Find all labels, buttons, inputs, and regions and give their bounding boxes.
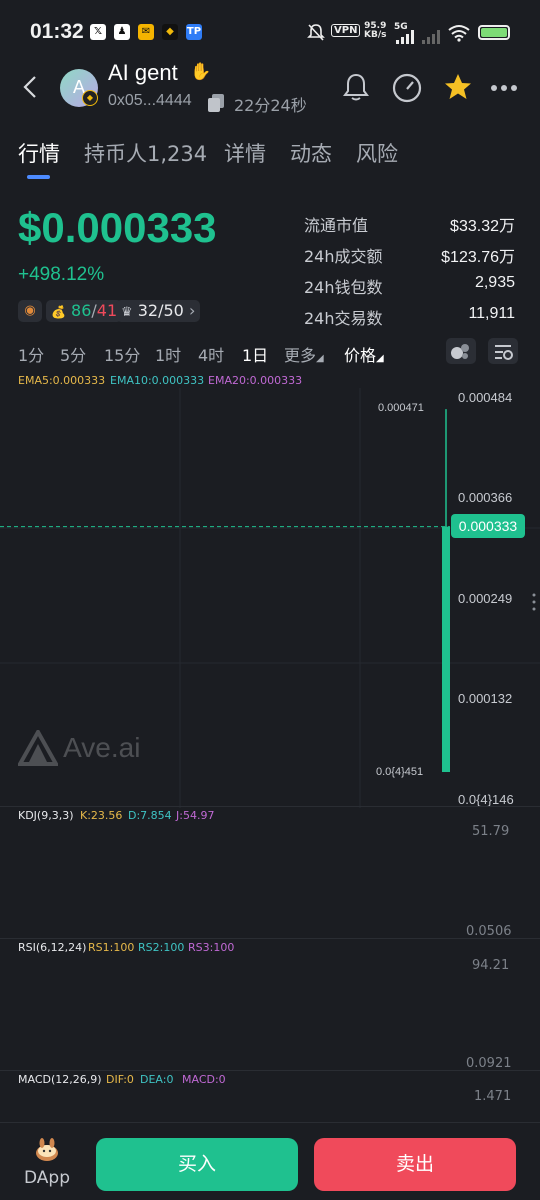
coins-icon: ◉ — [18, 300, 42, 322]
tab-risk[interactable]: 风险 — [356, 138, 398, 168]
active-tab-indicator — [27, 175, 50, 179]
price-mode-select[interactable]: 价格◢ — [344, 342, 384, 366]
macd-value: MACD:0 — [182, 1073, 226, 1086]
ave-watermark: Ave.ai — [16, 727, 140, 766]
battery-icon — [478, 25, 510, 40]
stat-label-mcap: 流通市值 — [304, 216, 369, 235]
y-label-0: 0.000484 — [458, 390, 513, 405]
stat-label-wallets: 24h钱包数 — [304, 278, 383, 297]
rsi-rs1: RS1:100 — [88, 941, 135, 954]
kdj-d: D:7.854 — [128, 809, 172, 822]
x-app-icon: 𝕏 — [90, 24, 106, 40]
rsi-top-value: 94.21 — [472, 958, 510, 973]
macd-dif: DIF:0 — [106, 1073, 134, 1086]
wave-icon: ✋ — [190, 62, 212, 82]
token-name: AI gent — [108, 60, 178, 85]
bubbles-icon[interactable] — [446, 338, 476, 364]
kdj-k: K:23.56 — [80, 809, 123, 822]
mute-icon — [307, 24, 325, 41]
macd-dea: DEA:0 — [140, 1073, 174, 1086]
timeframe-more[interactable]: 更多◢ — [284, 342, 324, 366]
tp-app-icon: TP — [186, 24, 202, 40]
status-time: 01:32 — [30, 20, 84, 43]
ema10-label: EMA10:0.000333 — [110, 374, 205, 387]
chart-settings-icon[interactable] — [488, 338, 518, 364]
y-label-1: 0.000366 — [458, 490, 513, 505]
tab-activity[interactable]: 动态 — [290, 138, 332, 168]
timeframe-1m[interactable]: 1分 — [18, 342, 44, 366]
kdj-top-value: 51.79 — [472, 824, 510, 839]
scroll-handle-icon[interactable] — [530, 592, 538, 612]
kdj-bottom-value: 0.0506 — [466, 924, 512, 939]
copy-icon[interactable] — [206, 93, 226, 113]
kdj-j: J:54.97 — [176, 809, 215, 822]
tab-details[interactable]: 详情 — [224, 138, 266, 168]
low-price-label: 0.0{4}451 — [376, 766, 424, 778]
net-speed: 95.9 KB/s — [364, 21, 387, 40]
kdj-title: KDJ(9,3,3) — [18, 809, 74, 822]
buy-button[interactable]: 买入 — [96, 1138, 298, 1191]
dapp-pancake-icon[interactable] — [34, 1138, 60, 1162]
bell-icon[interactable] — [342, 72, 370, 102]
y-label-2: 0.000249 — [458, 591, 513, 606]
sell-button[interactable]: 卖出 — [314, 1138, 516, 1191]
high-price-label: 0.000471 — [378, 402, 424, 414]
y-label-4: 0.0{4}146 — [458, 792, 514, 807]
timeframe-1h[interactable]: 1时 — [155, 342, 181, 366]
stat-value-mcap: $33.32万 — [450, 218, 515, 235]
binance-app-icon: ◆ — [162, 24, 178, 40]
gauge-icon[interactable] — [391, 73, 423, 103]
macd-top-value: 1.471 — [474, 1089, 512, 1104]
wifi-icon — [448, 25, 470, 42]
holders-ratio[interactable]: ♛ 32/50 › — [116, 300, 201, 322]
money-bag-icon: 💰 — [51, 305, 66, 319]
mail-app-icon: ✉ — [138, 24, 154, 40]
ema20-label: EMA20:0.000333 — [208, 374, 303, 387]
current-price-tag: 0.000333 — [451, 514, 525, 538]
favorite-star-icon[interactable] — [443, 72, 473, 102]
stat-value-wallets: 2,935 — [474, 274, 515, 291]
chevron-right-icon: › — [188, 301, 196, 320]
rsi-title: RSI(6,12,24) — [18, 941, 87, 954]
status-bar: 01:32 𝕏 ♟ ✉ ◆ TP VPN 95.9 KB/s 5G — [0, 0, 540, 62]
stat-value-trades: 11,911 — [468, 305, 515, 322]
macd-title: MACD(12,26,9) — [18, 1073, 102, 1086]
rsi-rs3: RS3:100 — [188, 941, 235, 954]
ema5-label: EMA5:0.000333 — [18, 374, 106, 387]
y-label-3: 0.000132 — [458, 691, 513, 706]
timeframe-1d[interactable]: 1日 — [242, 342, 268, 366]
caret-down-icon: ◢ — [376, 353, 384, 364]
tab-market[interactable]: 行情 — [18, 138, 60, 168]
stat-label-volume: 24h成交额 — [304, 247, 383, 266]
timeframe-4h[interactable]: 4时 — [198, 342, 224, 366]
back-icon[interactable] — [20, 74, 40, 100]
chain-badge-icon: ◆ — [82, 90, 98, 106]
caret-down-icon: ◢ — [316, 353, 324, 364]
qq-app-icon: ♟ — [114, 24, 130, 40]
crown-icon: ♛ — [121, 305, 133, 320]
divider — [0, 806, 540, 807]
timeframe-15m[interactable]: 15分 — [104, 342, 140, 366]
more-icon[interactable] — [490, 84, 518, 92]
rsi-rs2: RS2:100 — [138, 941, 185, 954]
current-price: $0.000333 — [18, 204, 217, 251]
stat-value-volume: $123.76万 — [441, 249, 515, 266]
ave-logo-icon — [16, 727, 60, 766]
dapp-label[interactable]: DApp — [24, 1168, 70, 1188]
token-age: 22分24秒 — [234, 96, 307, 115]
tab-holders[interactable]: 持币人1,234 — [84, 138, 207, 168]
divider — [0, 938, 540, 939]
stat-label-trades: 24h交易数 — [304, 309, 383, 328]
price-change: +498.12% — [18, 264, 105, 285]
candle-body[interactable] — [442, 526, 450, 773]
token-address[interactable]: 0x05...4444 — [108, 92, 192, 110]
divider — [0, 1070, 540, 1071]
rsi-bottom-value: 0.0921 — [466, 1056, 512, 1071]
timeframe-5m[interactable]: 5分 — [60, 342, 86, 366]
vpn-badge: VPN — [331, 24, 361, 37]
buy-sell-count[interactable]: 💰 86/41 — [46, 300, 123, 322]
signal-bars-icon — [396, 30, 440, 44]
